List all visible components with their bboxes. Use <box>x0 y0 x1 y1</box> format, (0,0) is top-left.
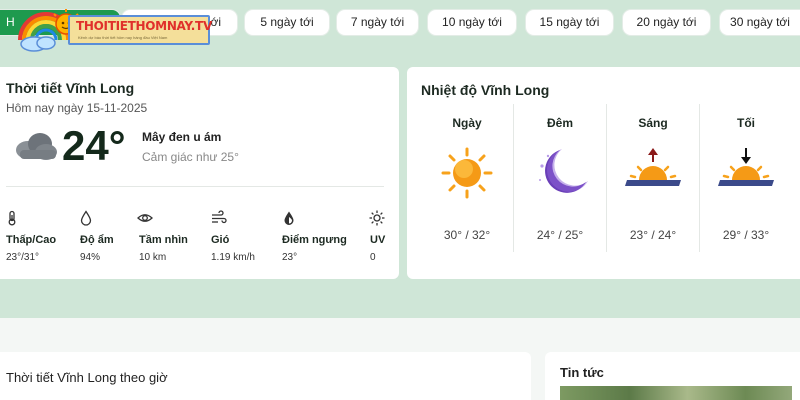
cloud-icon <box>16 133 57 160</box>
current-divider <box>6 186 384 187</box>
tab-3-days-label: ới <box>210 15 221 29</box>
sunrise-icon <box>625 148 681 186</box>
current-temperature: 24° <box>62 122 126 169</box>
feels-like: Cảm giác như 25° <box>142 150 239 164</box>
moon-icon <box>539 149 588 193</box>
stat-value-humidity: 94% <box>80 252 101 263</box>
current-weather-title: Thời tiết Vĩnh Long <box>6 80 135 96</box>
stat-label-low-high: Thấp/Cao <box>6 234 57 246</box>
dewpoint-icon <box>284 211 294 225</box>
news-title: Tin tức <box>560 365 604 380</box>
stat-value-dewpoint: 23° <box>282 252 298 263</box>
logo-tagline: Kênh dự báo thời tiết hôm nay hàng đầu V… <box>78 35 168 40</box>
column-label-evening: Tối <box>737 116 755 130</box>
tab-30-days[interactable]: 30 ngày tới <box>720 10 800 35</box>
eye-icon <box>137 214 153 222</box>
stat-label-uv: UV <box>370 234 386 246</box>
current-weather-card <box>0 67 399 279</box>
column-label-night: Đêm <box>546 116 573 130</box>
logo-text: THOITIETHOMNAY.TV <box>76 19 212 33</box>
tab-20-days[interactable]: 20 ngày tới <box>623 10 710 35</box>
column-label-day: Ngày <box>452 116 482 130</box>
sunset-icon <box>718 148 774 186</box>
stat-value-visibility: 10 km <box>139 252 167 263</box>
temperature-title: Nhiệt độ Vĩnh Long <box>421 82 550 98</box>
logo-banner: THOITIETHOMNAY.TV Kênh dự báo thời tiết … <box>68 15 212 45</box>
range-day: 30° / 32° <box>443 228 491 242</box>
range-morning: 23° / 24° <box>629 228 677 242</box>
site-logo[interactable]: THOITIETHOMNAY.TV Kênh dự báo thời tiết … <box>14 6 212 52</box>
droplet-icon <box>80 210 92 226</box>
stat-value-uv: 0 <box>370 252 376 263</box>
thermometer-icon <box>8 210 16 226</box>
stat-label-visibility: Tầm nhìn <box>139 234 188 246</box>
hourly-title: Thời tiết Vĩnh Long theo giờ <box>6 370 168 385</box>
sun-icon <box>441 147 493 199</box>
stat-value-low-high: 23°/31° <box>6 252 40 263</box>
current-date: Hôm nay ngày 15-11-2025 <box>6 101 148 115</box>
range-night: 24° / 25° <box>536 228 584 242</box>
tab-5-days[interactable]: 5 ngày tới <box>245 10 329 35</box>
column-label-morning: Sáng <box>638 116 668 130</box>
sun-outline-icon <box>369 210 385 226</box>
stat-label-dewpoint: Điểm ngưng <box>282 234 347 246</box>
news-thumbnail-image[interactable] <box>560 386 792 400</box>
range-evening: 29° / 33° <box>722 228 770 242</box>
stat-value-wind: 1.19 km/h <box>211 252 255 263</box>
tab-7-days[interactable]: 7 ngày tới <box>337 10 418 35</box>
tab-15-days[interactable]: 15 ngày tới <box>526 10 613 35</box>
stat-label-wind: Gió <box>211 234 230 246</box>
wind-icon <box>212 210 227 224</box>
tab-10-days[interactable]: 10 ngày tới <box>428 10 516 35</box>
current-condition: Mây đen u ám <box>142 130 222 144</box>
stat-label-humidity: Độ ẩm <box>80 234 114 246</box>
